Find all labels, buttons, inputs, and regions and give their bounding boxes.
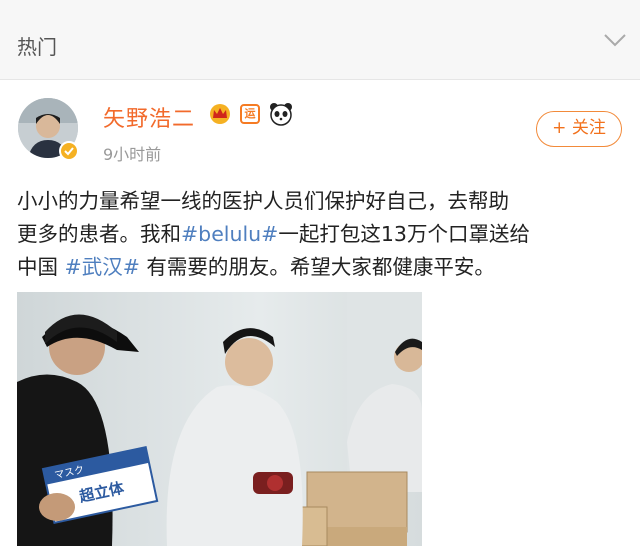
hashtag-link[interactable]: #武汉# <box>65 255 140 279</box>
text-segment: 一起打包这13万个口罩送给 <box>278 222 530 246</box>
chevron-down-icon[interactable] <box>604 33 626 47</box>
weibo-post: 矢野浩二 运 9小时前 + 关注 小小的力量希望一线的医护人员们保护好自己，去帮… <box>0 81 640 546</box>
username[interactable]: 矢野浩二 <box>103 101 195 133</box>
text-segment: 更多的患者。我和 <box>17 222 181 246</box>
crown-badge-icon[interactable] <box>208 103 232 125</box>
post-photo[interactable]: マスク 超立体 <box>17 292 422 546</box>
text-segment: 中国 <box>17 255 65 279</box>
hashtag-link[interactable]: #belulu# <box>181 222 278 246</box>
post-timestamp: 9小时前 <box>103 145 162 164</box>
feed-header: 热门 <box>0 0 640 80</box>
follow-button[interactable]: + 关注 <box>536 111 622 147</box>
post-text-line: 更多的患者。我和#belulu#一起打包这13万个口罩送给 <box>17 218 623 251</box>
post-text: 小小的力量希望一线的医护人员们保护好自己，去帮助 更多的患者。我和#belulu… <box>17 185 623 284</box>
text-segment: 小小的力量希望一线的医护人员们保护好自己，去帮助 <box>17 189 509 213</box>
yun-badge-icon[interactable]: 运 <box>240 104 260 124</box>
verified-badge-icon <box>59 141 79 161</box>
post-text-line: 小小的力量希望一线的医护人员们保护好自己，去帮助 <box>17 185 623 218</box>
text-segment: 有需要的朋友。希望大家都健康平安。 <box>139 255 495 279</box>
post-text-line: 中国 #武汉# 有需要的朋友。希望大家都健康平安。 <box>17 251 623 284</box>
panda-badge-icon[interactable] <box>268 101 294 127</box>
header-title[interactable]: 热门 <box>17 31 57 60</box>
